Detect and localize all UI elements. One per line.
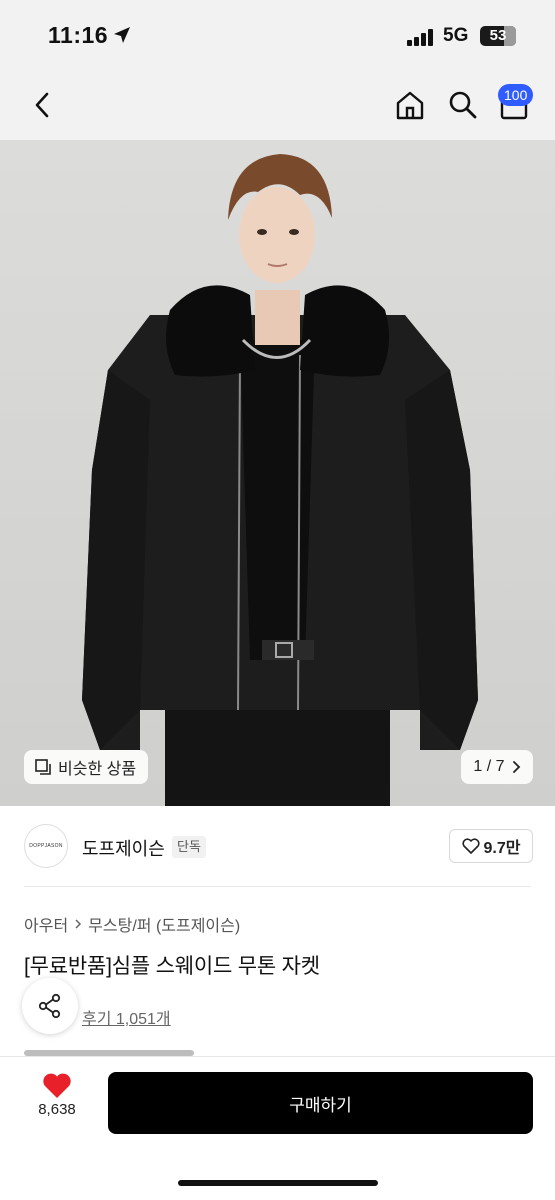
location-arrow-icon	[114, 27, 130, 43]
home-button[interactable]	[390, 70, 430, 140]
chevron-right-icon	[512, 761, 520, 773]
review-link[interactable]: 후기 1,051개	[82, 1005, 171, 1029]
back-icon	[35, 92, 49, 118]
breadcrumb-item[interactable]: 아우터	[24, 912, 68, 936]
similar-icon	[35, 759, 51, 775]
product-photo	[0, 140, 555, 806]
brand-name[interactable]: 도프제이슨	[82, 835, 165, 861]
battery-icon: 53	[480, 26, 516, 46]
heart-filled-icon	[43, 1073, 71, 1098]
exclusive-badge: 단독	[172, 836, 206, 858]
back-button[interactable]	[22, 70, 62, 140]
network-label: 5G	[443, 25, 469, 46]
product-image[interactable]	[0, 140, 555, 806]
battery-level: 53	[489, 27, 507, 44]
share-icon	[38, 993, 61, 1019]
brand-like-button[interactable]: 9.7만	[449, 829, 533, 863]
brand-like-count: 9.7만	[483, 840, 521, 857]
breadcrumb: 아우터 무스탕/퍼 (도프제이슨)	[24, 912, 240, 936]
search-button[interactable]	[443, 70, 483, 140]
divider	[24, 886, 531, 887]
home-icon	[396, 91, 424, 120]
search-icon	[449, 91, 477, 119]
status-bar: 11:16 5G 53	[0, 0, 555, 70]
similar-items-button[interactable]: 비슷한 상품	[24, 750, 149, 784]
image-pager-label: 1 / 7	[473, 758, 505, 775]
brand-logo-text: DOPPJASON	[29, 843, 63, 849]
wish-button[interactable]: 8,638	[28, 1072, 86, 1132]
breadcrumb-item[interactable]: 무스탕/퍼 (도프제이슨)	[88, 912, 240, 936]
image-pager-button[interactable]: 1 / 7	[461, 750, 533, 784]
cart-badge: 100	[498, 84, 534, 106]
status-time: 11:16	[48, 22, 109, 48]
heart-outline-icon	[461, 838, 480, 854]
buy-button[interactable]: 구매하기	[108, 1072, 533, 1134]
home-indicator	[178, 1180, 378, 1186]
share-button[interactable]	[22, 978, 78, 1034]
product-title: [무료반품]심플 스웨이드 무톤 자켓	[24, 955, 320, 978]
similar-items-label: 비슷한 상품	[58, 761, 137, 778]
nav-bar	[0, 70, 555, 140]
brand-row: DOPPJASON 도프제이슨 단독 9.7만	[0, 806, 555, 886]
wish-count: 8,638	[38, 1101, 76, 1118]
signal-icon	[407, 28, 435, 46]
chevron-right-icon	[75, 919, 82, 929]
brand-logo[interactable]: DOPPJASON	[24, 824, 68, 868]
